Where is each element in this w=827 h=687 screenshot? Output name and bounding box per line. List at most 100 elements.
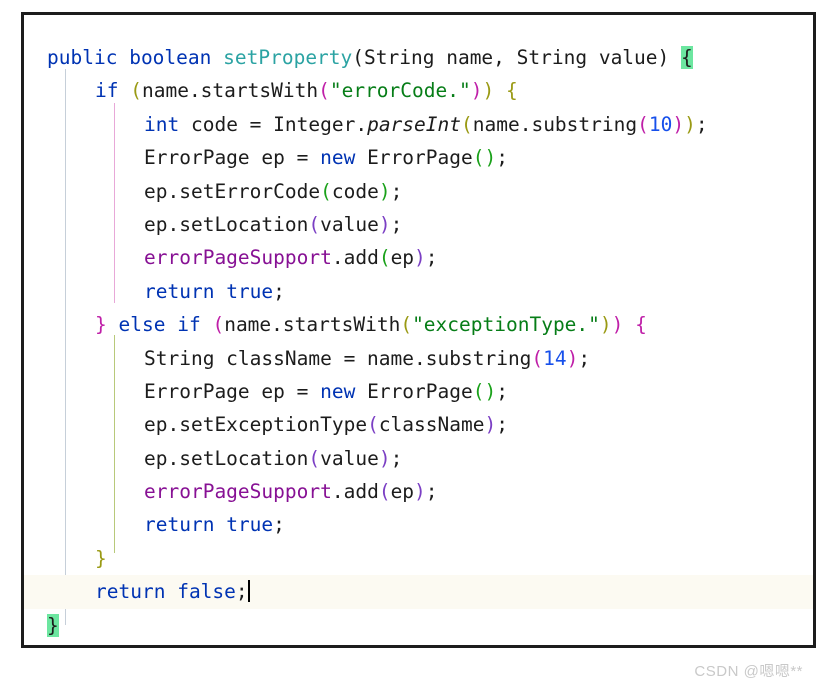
- code-token: (: [472, 146, 485, 170]
- code-lines-container: public boolean setProperty(String name, …: [24, 41, 813, 642]
- code-line[interactable]: }: [24, 609, 813, 642]
- code-line[interactable]: errorPageSupport.add(ep);: [24, 241, 813, 274]
- code-token: (: [308, 212, 321, 236]
- code-token: 10: [648, 112, 673, 136]
- code-token: (: [378, 480, 391, 504]
- code-line[interactable]: ep.setLocation(value);: [24, 208, 813, 241]
- code-token: ErrorPage: [355, 379, 473, 403]
- code-line[interactable]: ep.setExceptionType(className);: [24, 408, 813, 441]
- code-token: String name, String value: [364, 46, 658, 69]
- code-token: ErrorPage ep =: [144, 379, 321, 403]
- csdn-watermark: CSDN @嗯嗯**: [694, 663, 803, 680]
- code-token: public: [47, 46, 118, 69]
- code-token: return: [144, 513, 215, 537]
- code-token: ): [414, 480, 426, 504]
- code-token: ): [657, 46, 670, 69]
- code-token: ): [484, 379, 497, 403]
- code-token: }: [95, 313, 107, 337]
- code-token: ): [566, 346, 579, 370]
- code-token: true: [226, 513, 274, 537]
- code-token: ): [470, 79, 483, 103]
- code-token: (: [352, 46, 365, 69]
- code-token: value: [320, 212, 379, 236]
- code-token: if: [177, 313, 201, 337]
- code-token: ;: [390, 179, 403, 203]
- code-token: ;: [578, 346, 591, 370]
- code-line[interactable]: } else if (name.startsWith("exceptionTyp…: [24, 308, 813, 341]
- code-line[interactable]: String className = name.substring(14);: [24, 342, 813, 375]
- code-token: (: [400, 313, 413, 337]
- code-token: (: [320, 179, 332, 203]
- code-token: name.startsWith: [224, 313, 401, 337]
- code-token: ): [684, 112, 696, 136]
- code-token: true: [226, 279, 274, 303]
- code-token: parseInt: [367, 112, 461, 136]
- code-token: ): [378, 179, 391, 203]
- code-token: else: [118, 313, 166, 337]
- code-token: return: [95, 580, 166, 604]
- code-line[interactable]: }: [24, 542, 813, 575]
- code-token: code = Integer.: [179, 112, 368, 136]
- code-token: (: [212, 313, 225, 337]
- code-line[interactable]: public boolean setProperty(String name, …: [24, 41, 813, 74]
- code-line[interactable]: return true;: [24, 275, 813, 308]
- code-token: ): [672, 112, 685, 136]
- code-token: boolean: [129, 46, 212, 69]
- code-token: ;: [496, 413, 508, 437]
- code-token: errorPageSupport: [144, 480, 332, 504]
- code-token: ;: [273, 513, 285, 537]
- code-token: ep: [390, 480, 415, 504]
- code-token: ;: [390, 446, 403, 470]
- code-line[interactable]: ErrorPage ep = new ErrorPage();: [24, 141, 813, 174]
- code-token: ): [378, 446, 391, 470]
- matching-brace-highlight: }: [47, 613, 59, 637]
- code-token: ;: [273, 279, 285, 303]
- code-token: ): [484, 413, 497, 437]
- code-line[interactable]: return false;: [24, 575, 813, 609]
- code-token: ep.setErrorCode: [144, 179, 321, 203]
- code-token: if: [95, 79, 119, 103]
- code-line[interactable]: if (name.startsWith("errorCode.")) {: [24, 74, 813, 107]
- code-token: false: [177, 580, 236, 604]
- code-token: ;: [390, 212, 403, 236]
- code-token: (: [367, 413, 379, 437]
- code-token: ): [484, 146, 497, 170]
- code-token: (: [472, 379, 485, 403]
- code-token: ): [414, 246, 426, 270]
- code-token: ;: [425, 246, 438, 270]
- code-token: ;: [695, 112, 708, 136]
- code-line[interactable]: int code = Integer.parseInt(name.substri…: [24, 108, 813, 141]
- code-token: errorPageSupport: [144, 246, 332, 270]
- code-token: (: [531, 346, 544, 370]
- code-editor-area[interactable]: public boolean setProperty(String name, …: [24, 15, 813, 645]
- code-token: setProperty: [223, 46, 353, 69]
- code-token: (: [318, 79, 330, 103]
- code-line[interactable]: return true;: [24, 508, 813, 541]
- code-token: ep.setLocation: [144, 212, 309, 236]
- code-line[interactable]: ep.setErrorCode(code);: [24, 175, 813, 208]
- code-token: name.substring: [472, 112, 638, 136]
- text-caret: [247, 580, 250, 603]
- code-line[interactable]: ErrorPage ep = new ErrorPage();: [24, 375, 813, 408]
- code-token: ;: [235, 580, 248, 604]
- code-token: "errorCode.": [329, 79, 471, 103]
- code-line[interactable]: errorPageSupport.add(ep);: [24, 475, 813, 508]
- matching-brace-highlight: {: [681, 46, 693, 69]
- code-token: ): [599, 313, 612, 337]
- code-token: (: [308, 446, 321, 470]
- code-token: (: [637, 112, 649, 136]
- code-line[interactable]: ep.setLocation(value);: [24, 442, 813, 475]
- code-token: return: [144, 279, 215, 303]
- code-token: }: [95, 546, 107, 570]
- code-token: ErrorPage ep =: [144, 146, 321, 170]
- code-token: ): [611, 313, 624, 337]
- code-token: ErrorPage: [355, 146, 473, 170]
- code-token: ): [378, 212, 391, 236]
- code-token: 14: [543, 346, 567, 370]
